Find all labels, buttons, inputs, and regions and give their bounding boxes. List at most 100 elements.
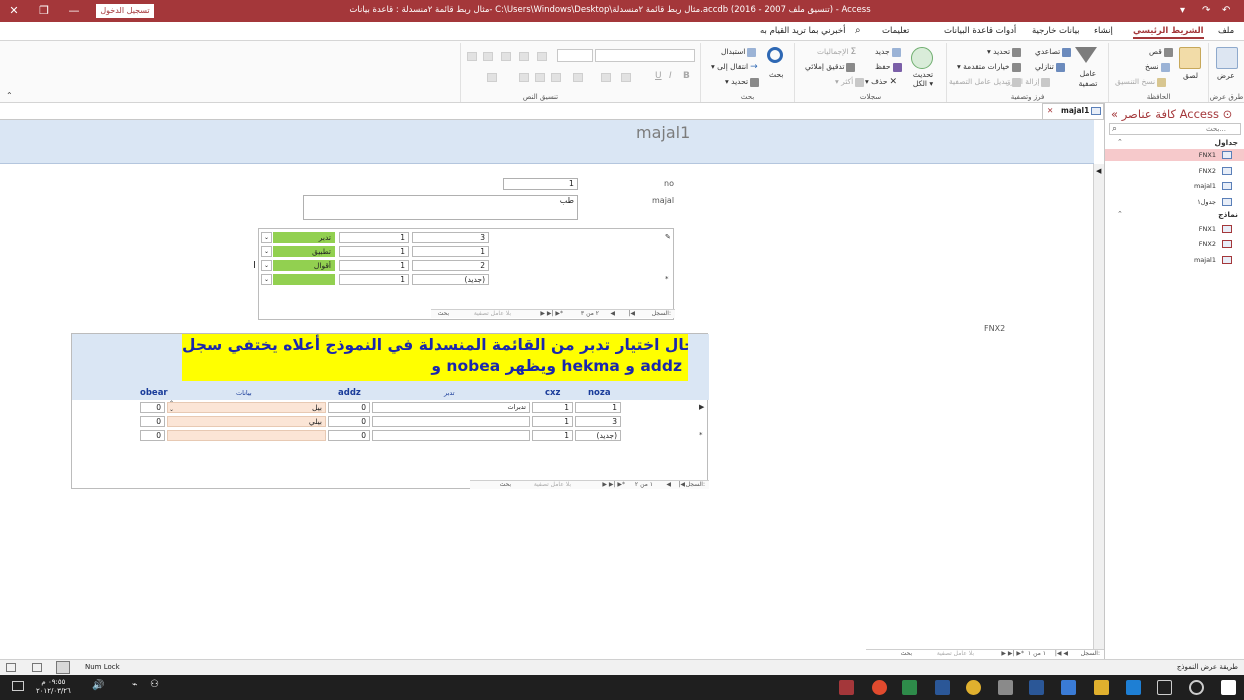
bayanat-cell[interactable]: [167, 430, 326, 441]
nav-section-forms[interactable]: نماذج: [1218, 210, 1238, 219]
close-button[interactable]: ✕: [2, 3, 26, 19]
tab-external-data[interactable]: بيانات خارجية: [1032, 26, 1080, 36]
tab-file[interactable]: ملف: [1218, 26, 1234, 36]
next-record-icon[interactable]: ▶ ▶| ▶*: [1001, 650, 1024, 658]
cxz-cell[interactable]: 1: [532, 416, 573, 427]
row-selector[interactable]: *: [665, 275, 669, 283]
access-taskbar-icon[interactable]: [839, 680, 854, 695]
nav-item-form-majal1[interactable]: majal1: [1105, 254, 1244, 266]
font-size-box[interactable]: [557, 49, 593, 62]
prev-record-icon[interactable]: ◀: [610, 310, 615, 318]
tadabbur-cell[interactable]: تدبرات: [372, 402, 530, 413]
next-record-icon[interactable]: ▶ ▶| ▶*: [540, 310, 563, 318]
addz-cell[interactable]: 0: [328, 430, 370, 441]
network-icon[interactable]: ⌁: [132, 680, 137, 690]
record-search[interactable]: بحث: [500, 481, 511, 489]
scroll-left-arrow-icon[interactable]: ◀: [1096, 167, 1101, 175]
filter-status[interactable]: بلا عامل تصفية: [937, 650, 974, 658]
document-tab-majal1[interactable]: ✕ majal1: [1042, 103, 1104, 119]
first-record-icon[interactable]: |◀ ◀: [1055, 650, 1068, 658]
collapse-ribbon-icon[interactable]: ⌃: [6, 91, 13, 100]
fill-color-icon[interactable]: [573, 73, 583, 82]
totals-button[interactable]: الإجماليات Σ: [817, 47, 856, 57]
advanced-button[interactable]: ▾ خيارات متقدمة: [957, 62, 1021, 72]
people-icon[interactable]: ⚇: [150, 679, 159, 690]
majal-field[interactable]: طب: [303, 195, 578, 220]
subform1-col2-cell[interactable]: 1: [339, 274, 409, 285]
first-record-icon[interactable]: |◀: [678, 481, 685, 489]
first-record-icon[interactable]: |◀: [628, 310, 635, 318]
subform1-col1-cell[interactable]: 2: [412, 260, 489, 271]
word2-taskbar-icon[interactable]: [1029, 680, 1044, 695]
dropdown-arrow-icon[interactable]: ⌄: [261, 274, 272, 285]
noza-cell[interactable]: 1: [575, 402, 621, 413]
goto-button[interactable]: ▾ انتقال إلى →: [711, 62, 758, 72]
subform1-combo-cell[interactable]: أقوال: [273, 260, 335, 271]
cut-button[interactable]: قص: [1149, 47, 1173, 57]
chrome-taskbar-icon[interactable]: [966, 680, 981, 695]
obear-cell[interactable]: 0: [140, 402, 165, 413]
copy-button[interactable]: نسخ: [1145, 62, 1170, 72]
search-taskbar-icon[interactable]: [1189, 680, 1204, 695]
prev-record-icon[interactable]: ◀: [666, 481, 671, 489]
nav-item-form-fnx1[interactable]: FNX1: [1105, 223, 1244, 235]
minimize-button[interactable]: —: [62, 3, 86, 19]
tadabbur-cell[interactable]: [372, 416, 530, 427]
collapse-forms-icon[interactable]: ⌃: [1117, 210, 1123, 218]
save-record-button[interactable]: حفظ: [875, 62, 902, 72]
notification-icon[interactable]: [12, 681, 24, 691]
delete-record-button[interactable]: ▾ حذف ✕: [865, 77, 897, 87]
filter-button[interactable]: عامل تصفية: [1075, 69, 1101, 89]
refresh-all-button[interactable]: تحديث الكل ▾: [907, 70, 939, 88]
number-list-icon[interactable]: [519, 52, 529, 61]
collapse-tables-icon[interactable]: ⌃: [1117, 138, 1123, 146]
tab-home[interactable]: الشريط الرئيسي: [1133, 26, 1204, 39]
subform1-col2-cell[interactable]: 1: [339, 232, 409, 243]
subform1-combo-cell[interactable]: [273, 274, 335, 285]
excel-taskbar-icon[interactable]: [902, 680, 917, 695]
row-selector[interactable]: *: [699, 431, 703, 439]
form-view-icon[interactable]: [32, 663, 42, 672]
select-button[interactable]: ▾ تحديد: [725, 77, 760, 87]
dropdown-arrow-icon[interactable]: ⌄: [261, 260, 272, 271]
cxz-cell[interactable]: 1: [532, 402, 573, 413]
rtl-icon[interactable]: [467, 52, 477, 61]
nav-item-table-fnx2[interactable]: FNX2: [1105, 165, 1244, 177]
format-painter-button[interactable]: نسخ التنسيق: [1115, 77, 1167, 87]
subform1-col1-cell[interactable]: 3: [412, 232, 489, 243]
bullet-list-icon[interactable]: [537, 52, 547, 61]
gridlines-icon[interactable]: [487, 73, 497, 82]
subform1-col2-cell[interactable]: 1: [339, 246, 409, 257]
dropdown-arrow-icon[interactable]: ⌄: [261, 232, 272, 243]
indent-icon[interactable]: [501, 52, 511, 61]
next-record-icon[interactable]: ▶ ▶| ▶*: [602, 481, 625, 489]
subform1-combo-cell[interactable]: تدبر: [273, 232, 335, 243]
subform1-col1-cell[interactable]: (جديد): [412, 274, 489, 285]
align-left-icon[interactable]: [519, 73, 529, 82]
find-button[interactable]: بحث: [769, 70, 783, 79]
addz-cell[interactable]: 0: [328, 416, 370, 427]
addz-cell[interactable]: 0: [328, 402, 370, 413]
layout-view-icon[interactable]: [6, 663, 16, 672]
sort-descending-button[interactable]: تنازلي: [1035, 62, 1065, 72]
dropdown-arrow-icon[interactable]: ⌄: [261, 246, 272, 257]
replace-button[interactable]: استبدال: [721, 47, 757, 57]
nav-item-table-jadwal1[interactable]: جدول١: [1105, 196, 1244, 208]
filter-status[interactable]: بلا عامل تصفية: [474, 310, 511, 318]
nav-pane-title[interactable]: « كافة عناصر Access ⊙: [1111, 107, 1232, 121]
spelling-button[interactable]: تدقيق إملائي: [805, 62, 856, 72]
noza-cell[interactable]: (جديد): [575, 430, 621, 441]
nav-item-table-majal1[interactable]: majal1: [1105, 180, 1244, 192]
close-tab-icon[interactable]: ✕: [1047, 104, 1053, 118]
font-color-icon[interactable]: [621, 73, 631, 82]
align-right-icon[interactable]: [551, 73, 561, 82]
tool-taskbar-icon[interactable]: [998, 680, 1013, 695]
tell-me-box[interactable]: أخبرني بما تريد القيام به: [760, 26, 845, 36]
qat-customize-icon[interactable]: ▾: [1180, 4, 1185, 18]
italic-button[interactable]: I: [669, 71, 672, 81]
nav-search-input[interactable]: بحث...: [1109, 123, 1241, 135]
undo-icon[interactable]: ↶: [1222, 4, 1230, 18]
more-button[interactable]: ▾ أكثر: [835, 77, 865, 87]
bayanat-cell[interactable]: بيلي: [167, 416, 326, 427]
sign-in-button[interactable]: تسجيل الدخول: [96, 4, 154, 18]
